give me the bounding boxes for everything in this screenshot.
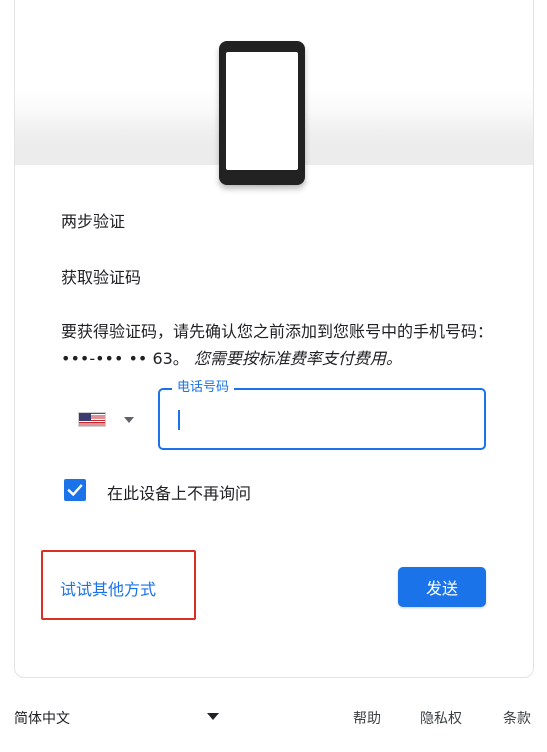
language-dropdown-icon[interactable]	[207, 713, 219, 720]
phone-number-field[interactable]: 电话号码	[158, 380, 486, 450]
flag-canton	[79, 413, 91, 421]
text-cursor	[178, 410, 180, 430]
try-another-way-link[interactable]: 试试其他方式	[60, 576, 156, 600]
remember-device-label: 在此设备上不再询问	[107, 484, 252, 503]
send-button[interactable]: 发送	[398, 567, 486, 607]
footer: 简体中文 帮助 隐私权 条款	[0, 700, 547, 734]
privacy-link[interactable]: 隐私权	[420, 708, 462, 728]
phone-illustration-icon	[219, 41, 305, 185]
help-link[interactable]: 帮助	[353, 708, 381, 728]
phone-number-label: 电话号码	[172, 380, 235, 396]
checkmark-icon	[67, 484, 83, 497]
us-flag-icon	[78, 412, 106, 427]
rate-notice: 您需要按标准费率支付费用。	[193, 349, 402, 368]
country-selector[interactable]	[78, 404, 140, 434]
masked-phone-number: •••-••• •• 63。	[61, 349, 189, 368]
instruction-text: 要获得验证码，请先确认您之前添加到您账号中的手机号码： •••-••• •• 63…	[61, 318, 516, 372]
instruction-main: 要获得验证码，请先确认您之前添加到您账号中的手机号码：	[61, 322, 494, 341]
page-subtitle: 获取验证码	[61, 268, 142, 287]
language-selector[interactable]: 简体中文	[14, 708, 70, 728]
page: 两步验证 获取验证码 要获得验证码，请先确认您之前添加到您账号中的手机号码： ••…	[0, 0, 547, 752]
chevron-down-icon	[124, 417, 134, 423]
phone-screen	[226, 52, 298, 170]
remember-device-checkbox[interactable]	[64, 479, 86, 501]
page-title: 两步验证	[61, 212, 126, 231]
phone-number-input[interactable]	[174, 408, 470, 432]
terms-link[interactable]: 条款	[503, 708, 531, 728]
